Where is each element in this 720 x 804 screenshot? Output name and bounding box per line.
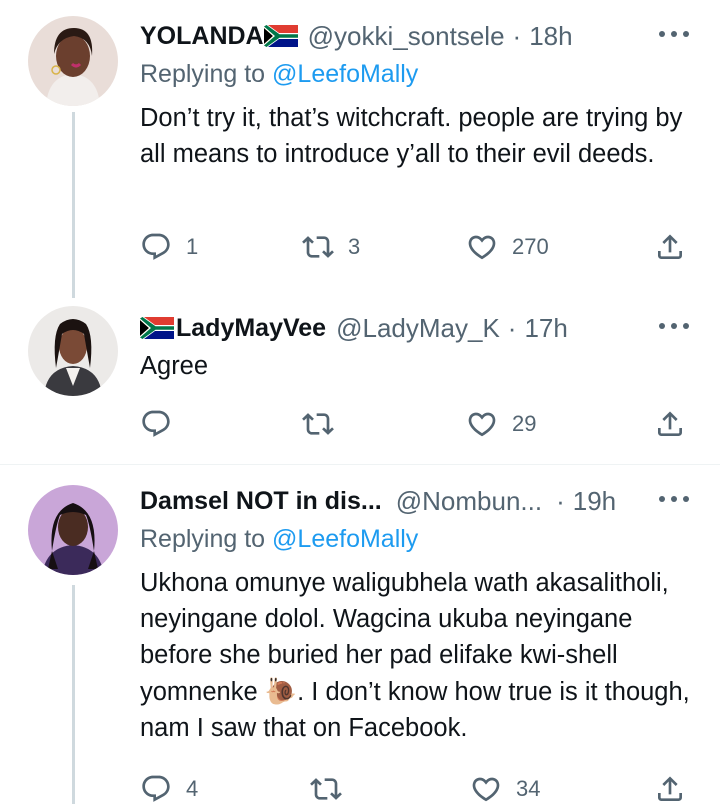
tweet-damsel[interactable]: Damsel NOT in dis... @Nombun... · 19h Re…: [0, 465, 720, 804]
user-handle[interactable]: @yokki_sontsele: [308, 21, 505, 52]
user-handle[interactable]: @LadyMay_K: [336, 313, 500, 344]
tweet-text: Ukhona omunye waligubhela wath akasalith…: [140, 565, 692, 746]
replying-to: Replying to @LeefoMally: [140, 525, 692, 559]
replying-to-label: Replying to: [140, 60, 273, 88]
like-icon: [470, 773, 502, 804]
like-icon: [466, 408, 498, 440]
avatar[interactable]: [28, 16, 118, 106]
thread-line: [72, 112, 75, 298]
timestamp[interactable]: 19h: [573, 486, 616, 517]
tweet-text: Agree: [140, 352, 209, 380]
reply-button[interactable]: [140, 408, 172, 440]
more-icon[interactable]: [656, 485, 692, 513]
retweet-icon: [302, 231, 334, 263]
retweet-icon: [310, 773, 342, 804]
retweet-icon: [302, 408, 334, 440]
separator-dot: ·: [512, 20, 522, 51]
reply-count: 1: [186, 234, 199, 259]
like-count: 29: [512, 411, 537, 436]
replying-to: Replying to @LeefoMally: [140, 60, 692, 94]
reply-button[interactable]: 4: [140, 773, 198, 804]
tweet-actions: 1 3 270: [0, 229, 720, 265]
more-icon[interactable]: [656, 20, 692, 48]
reply-count: 4: [186, 776, 199, 801]
share-icon: [654, 231, 686, 263]
like-count: 270: [512, 234, 549, 259]
reply-icon: [140, 408, 172, 440]
timestamp[interactable]: 17h: [524, 313, 567, 344]
like-button[interactable]: 34: [470, 773, 540, 804]
like-button[interactable]: 29: [466, 408, 536, 440]
south-africa-flag-icon: [140, 317, 174, 339]
share-button[interactable]: [654, 231, 686, 263]
tweet-ladymayvee[interactable]: LadyMayVee @LadyMay_K · 17h Agree 29: [0, 290, 720, 464]
tweet-text: Don’t try it, that’s witchcraft. people …: [140, 104, 683, 168]
like-button[interactable]: 270: [466, 231, 549, 263]
avatar[interactable]: [28, 485, 118, 575]
tweet-yolanda[interactable]: YOLANDA @yokki_sontsele · 18h Replying t…: [0, 0, 720, 298]
avatar-photo: [28, 306, 118, 396]
south-africa-flag-icon: [264, 25, 298, 47]
retweet-button[interactable]: [302, 408, 334, 440]
retweet-count: 3: [348, 234, 361, 259]
display-name[interactable]: Damsel NOT in dis...: [140, 487, 382, 516]
tweet-actions: 4 34: [0, 771, 720, 804]
retweet-button[interactable]: 3: [302, 231, 360, 263]
tweet-header: YOLANDA @yokki_sontsele · 18h: [140, 18, 692, 54]
user-handle[interactable]: @Nombun...: [396, 486, 542, 517]
share-button[interactable]: [654, 408, 686, 440]
reply-icon: [140, 773, 172, 804]
mention-link[interactable]: @LeefoMally: [272, 60, 418, 88]
like-icon: [466, 231, 498, 263]
separator-dot: ·: [556, 485, 565, 516]
tweet-actions: 29: [0, 406, 720, 442]
share-icon: [654, 773, 686, 804]
separator-dot: ·: [507, 312, 517, 343]
tweet-header: LadyMayVee @LadyMay_K · 17h: [140, 310, 692, 346]
like-count: 34: [516, 776, 541, 801]
more-icon[interactable]: [656, 312, 692, 340]
replying-to-label: Replying to: [140, 525, 273, 553]
reply-icon: [140, 231, 172, 263]
share-icon: [654, 408, 686, 440]
avatar[interactable]: [28, 306, 118, 396]
avatar-photo: [28, 485, 118, 575]
retweet-button[interactable]: [310, 773, 342, 804]
snail-emoji-icon: 🐌: [264, 676, 298, 706]
avatar-photo: [28, 16, 118, 106]
tweet-header: Damsel NOT in dis... @Nombun... · 19h: [140, 483, 692, 519]
timestamp[interactable]: 18h: [529, 21, 572, 52]
share-button[interactable]: [654, 773, 686, 804]
display-name[interactable]: LadyMayVee: [176, 314, 326, 343]
reply-button[interactable]: 1: [140, 231, 198, 263]
mention-link[interactable]: @LeefoMally: [272, 525, 418, 553]
display-name[interactable]: YOLANDA: [140, 22, 264, 51]
